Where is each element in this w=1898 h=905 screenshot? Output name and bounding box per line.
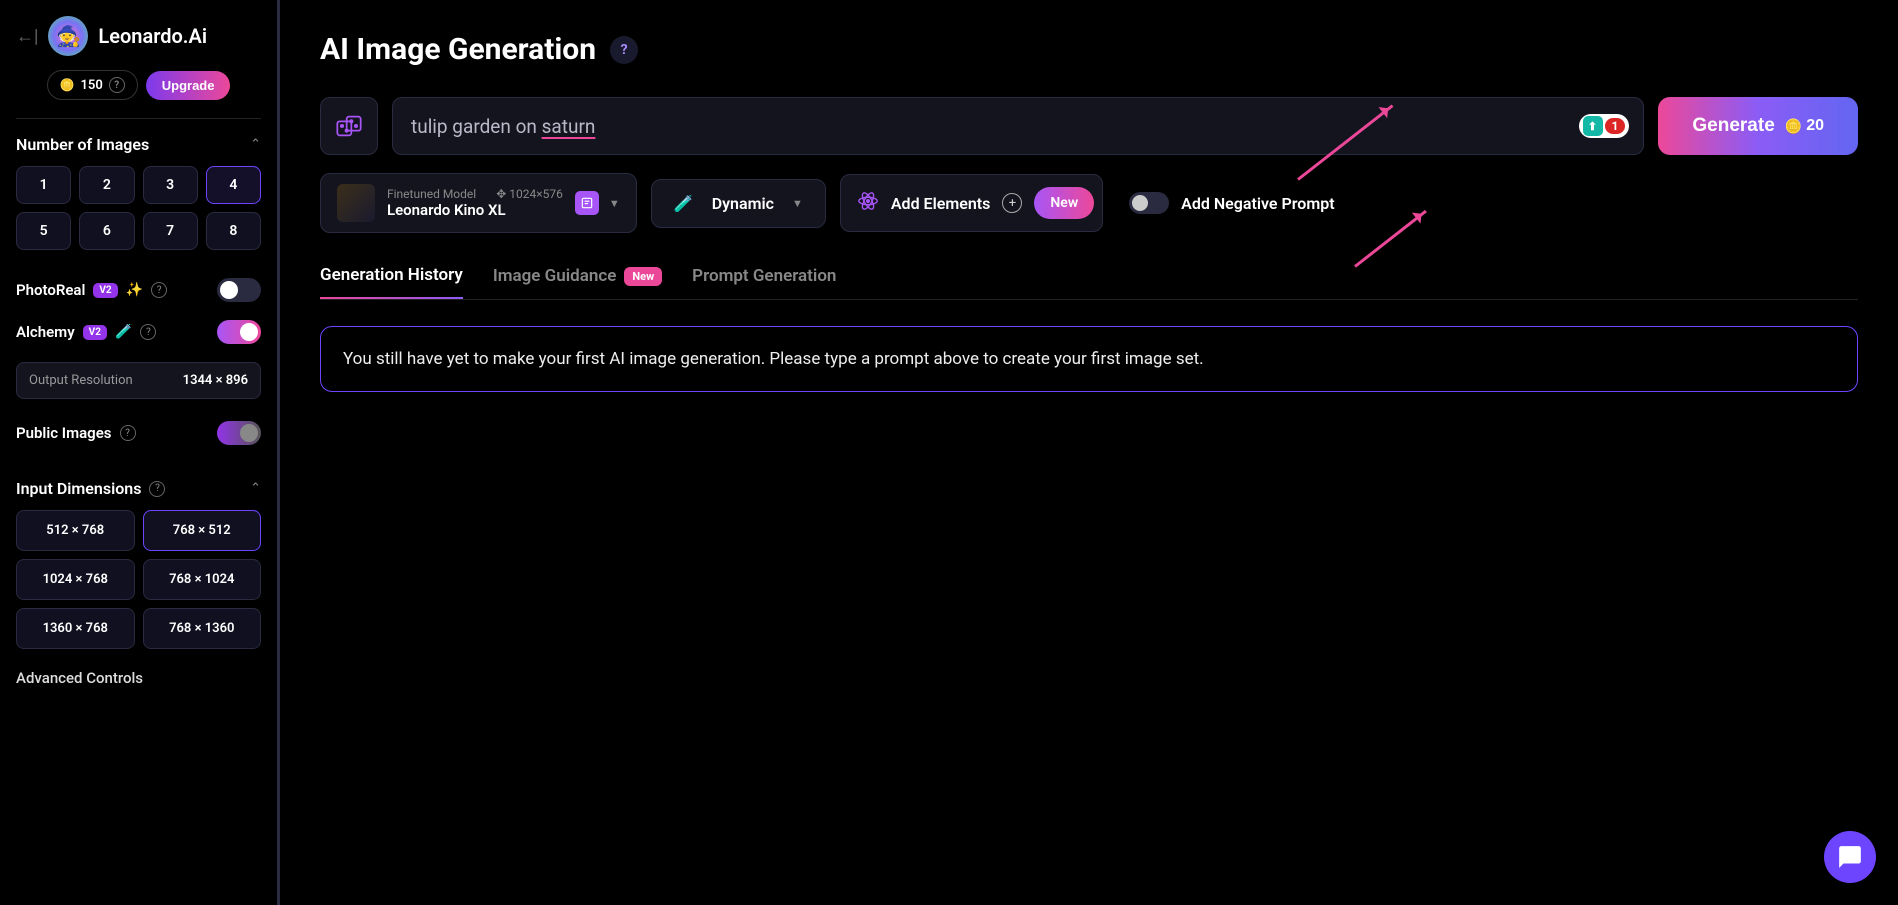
chevron-up-icon: ⌃ (250, 137, 261, 152)
output-resolution: Output Resolution 1344 × 896 (16, 362, 261, 399)
model-type: Finetuned Model (387, 187, 476, 201)
new-badge: New (624, 267, 662, 286)
num-option-8[interactable]: 8 (206, 212, 261, 250)
help-icon[interactable]: ? (610, 36, 638, 64)
public-images-label: Public Images (16, 424, 112, 442)
tab-prompt-generation[interactable]: Prompt Generation (692, 265, 836, 299)
page-title: AI Image Generation (320, 32, 596, 67)
divider (16, 118, 261, 119)
help-icon[interactable]: ? (149, 481, 165, 497)
add-elements-button[interactable]: Add Elements + New (840, 174, 1103, 232)
elements-label: Add Elements (891, 194, 991, 213)
model-name: Leonardo Kino XL (387, 201, 563, 219)
coin-icon: 🪙 (60, 78, 75, 92)
sidebar: ←| 🧙 Leonardo.Ai 🪙 150 ? Upgrade Number … (0, 0, 280, 905)
chat-button[interactable] (1824, 831, 1876, 883)
dim-option[interactable]: 1360 × 768 (16, 608, 135, 649)
atom-icon (857, 190, 879, 217)
help-icon[interactable]: ? (151, 282, 167, 298)
chat-icon (1837, 844, 1863, 870)
alchemy-toggle[interactable] (217, 320, 261, 344)
dim-option[interactable]: 768 × 1024 (143, 559, 262, 600)
chevron-down-icon: ▼ (792, 197, 803, 210)
help-icon[interactable]: ? (140, 324, 156, 340)
prompt-badge-count: 1 (1605, 118, 1626, 134)
output-res-label: Output Resolution (29, 373, 133, 388)
coin-icon: 🪙 (1785, 118, 1802, 135)
model-selector[interactable]: Finetuned Model ✥1024×576 Leonardo Kino … (320, 173, 637, 233)
advanced-controls[interactable]: Advanced Controls (16, 669, 261, 687)
flask-icon: 🧪 (115, 324, 132, 340)
style-selector[interactable]: 🧪 Dynamic ▼ (651, 179, 826, 228)
empty-state-banner: You still have yet to make your first AI… (320, 326, 1858, 392)
new-badge: New (1034, 187, 1094, 219)
negative-prompt-toggle[interactable] (1129, 192, 1169, 214)
random-prompt-button[interactable] (320, 97, 378, 155)
num-option-3[interactable]: 3 (143, 166, 198, 204)
upgrade-button[interactable]: Upgrade (146, 71, 231, 100)
generate-count: 20 (1806, 117, 1824, 135)
num-option-2[interactable]: 2 (79, 166, 134, 204)
style-label: Dynamic (712, 194, 774, 213)
input-dims-grid: 512 × 768768 × 5121024 × 768768 × 102413… (16, 510, 261, 649)
public-images-toggle[interactable] (217, 421, 261, 445)
flask-icon: 🧪 (674, 194, 694, 213)
dim-option[interactable]: 768 × 1360 (143, 608, 262, 649)
num-images-grid: 1234 5678 (16, 166, 261, 250)
back-button[interactable]: ←| (16, 26, 38, 47)
num-option-5[interactable]: 5 (16, 212, 71, 250)
dim-option[interactable]: 1024 × 768 (16, 559, 135, 600)
tab-generation-history[interactable]: Generation History (320, 265, 463, 299)
photoreal-label: PhotoReal (16, 281, 85, 299)
num-images-title: Number of Images (16, 135, 149, 154)
alchemy-badge: V2 (83, 325, 107, 340)
plus-icon: + (1002, 193, 1022, 213)
dim-option[interactable]: 768 × 512 (143, 510, 262, 551)
negative-prompt-label: Add Negative Prompt (1181, 194, 1334, 213)
prompt-suggestion-badge[interactable]: ⬆ 1 (1579, 114, 1630, 138)
help-icon[interactable]: ? (120, 425, 136, 441)
input-dims-title: Input Dimensions (16, 479, 141, 498)
num-option-4[interactable]: 4 (206, 166, 261, 204)
dim-option[interactable]: 512 × 768 (16, 510, 135, 551)
generate-button[interactable]: Generate 🪙 20 (1658, 97, 1858, 155)
photoreal-badge: V2 (93, 283, 117, 298)
input-dims-header[interactable]: Input Dimensions ? ⌃ (16, 479, 261, 498)
output-res-value: 1344 × 896 (183, 373, 248, 388)
brand-logo-icon: 🧙 (48, 16, 88, 56)
brand-name: Leonardo.Ai (98, 24, 207, 48)
prompt-text: tulip garden on saturn (411, 115, 595, 138)
tabs: Generation History Image Guidance New Pr… (320, 265, 1858, 300)
dice-icon (335, 112, 363, 140)
prompt-style-icon (575, 191, 599, 215)
num-option-1[interactable]: 1 (16, 166, 71, 204)
tab-image-guidance[interactable]: Image Guidance New (493, 265, 662, 299)
alchemy-label: Alchemy (16, 323, 75, 341)
model-dims: ✥1024×576 (496, 187, 563, 201)
model-thumbnail (337, 184, 375, 222)
chevron-up-icon: ⌃ (250, 481, 261, 496)
sparkle-icon: ✨ (126, 282, 143, 298)
generate-label: Generate (1692, 115, 1774, 137)
credits-pill[interactable]: 🪙 150 ? (47, 70, 138, 100)
credits-amount: 150 (80, 78, 102, 93)
num-images-header[interactable]: Number of Images ⌃ (16, 135, 261, 154)
num-option-7[interactable]: 7 (143, 212, 198, 250)
chevron-down-icon: ▼ (609, 197, 620, 210)
lightbulb-icon: ⬆ (1583, 116, 1603, 136)
help-icon[interactable]: ? (109, 77, 125, 93)
main-content: AI Image Generation ? tulip garden on sa… (280, 0, 1898, 905)
num-option-6[interactable]: 6 (79, 212, 134, 250)
prompt-input[interactable]: tulip garden on saturn ⬆ 1 (392, 97, 1644, 155)
photoreal-toggle[interactable] (217, 278, 261, 302)
